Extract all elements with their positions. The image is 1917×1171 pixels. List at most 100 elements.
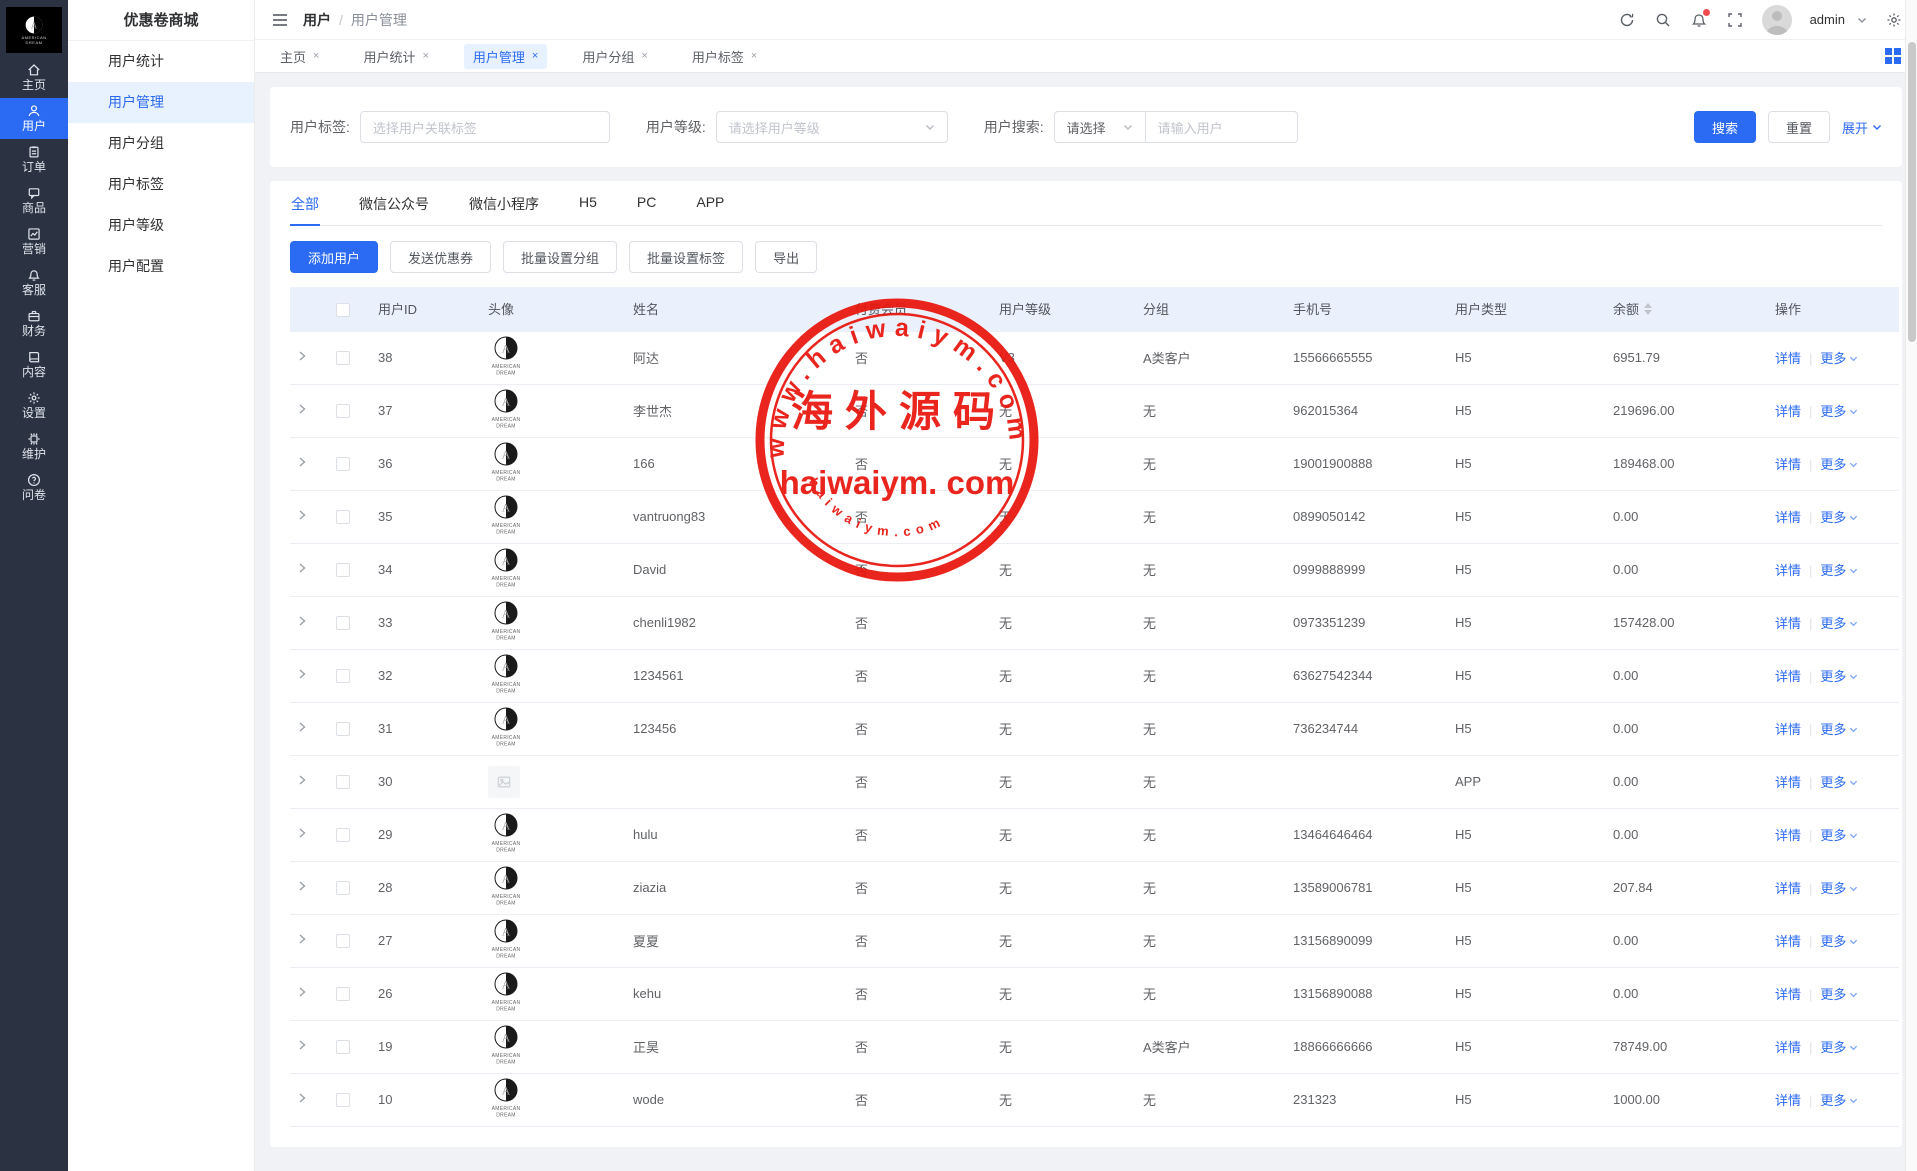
row-checkbox[interactable] <box>336 563 350 577</box>
more-dropdown[interactable]: 更多 <box>1820 828 1858 843</box>
row-checkbox[interactable] <box>336 828 350 842</box>
row-checkbox[interactable] <box>336 987 350 1001</box>
gear-icon[interactable] <box>1885 11 1903 29</box>
tag-filter-input[interactable]: 选择用户关联标签 <box>360 111 610 143</box>
rail-item-marketing[interactable]: 营销 <box>0 221 68 262</box>
more-dropdown[interactable]: 更多 <box>1820 404 1858 419</box>
row-expand-icon[interactable] <box>296 774 308 786</box>
row-expand-icon[interactable] <box>296 668 308 680</box>
row-expand-icon[interactable] <box>296 880 308 892</box>
detail-link[interactable]: 详情 <box>1775 457 1801 472</box>
page-tab-2[interactable]: 用户管理× <box>464 44 547 69</box>
search-button[interactable]: 搜索 <box>1694 111 1756 143</box>
rail-item-content[interactable]: 内容 <box>0 344 68 385</box>
page-tab-3[interactable]: 用户分组× <box>573 44 656 69</box>
close-icon[interactable]: × <box>751 50 757 62</box>
row-expand-icon[interactable] <box>296 456 308 468</box>
submenu-item-2[interactable]: 用户分组 <box>68 123 254 164</box>
detail-link[interactable]: 详情 <box>1775 616 1801 631</box>
page-tab-4[interactable]: 用户标签× <box>683 44 766 69</box>
platform-tab-1[interactable]: 微信公众号 <box>358 181 430 225</box>
rail-item-user[interactable]: 用户 <box>0 98 68 139</box>
bell-icon[interactable] <box>1690 11 1708 29</box>
row-checkbox[interactable] <box>336 934 350 948</box>
submenu-item-0[interactable]: 用户统计 <box>68 41 254 82</box>
expand-link[interactable]: 展开 <box>1842 118 1882 137</box>
tab-layout-grid-icon[interactable] <box>1885 48 1901 64</box>
close-icon[interactable]: × <box>641 50 647 62</box>
rail-item-maintenance[interactable]: 维护 <box>0 426 68 467</box>
platform-tab-3[interactable]: H5 <box>578 181 598 225</box>
close-icon[interactable]: × <box>532 50 538 62</box>
detail-link[interactable]: 详情 <box>1775 1040 1801 1055</box>
row-checkbox[interactable] <box>336 669 350 683</box>
detail-link[interactable]: 详情 <box>1775 828 1801 843</box>
detail-link[interactable]: 详情 <box>1775 669 1801 684</box>
sort-icons[interactable] <box>1644 303 1652 315</box>
more-dropdown[interactable]: 更多 <box>1820 669 1858 684</box>
row-expand-icon[interactable] <box>296 986 308 998</box>
row-checkbox[interactable] <box>336 510 350 524</box>
submenu-item-1[interactable]: 用户管理 <box>68 82 254 123</box>
row-expand-icon[interactable] <box>296 403 308 415</box>
more-dropdown[interactable]: 更多 <box>1820 563 1858 578</box>
row-expand-icon[interactable] <box>296 1039 308 1051</box>
detail-link[interactable]: 详情 <box>1775 775 1801 790</box>
row-checkbox[interactable] <box>336 457 350 471</box>
row-expand-icon[interactable] <box>296 509 308 521</box>
breadcrumb-section[interactable]: 用户 <box>303 10 331 30</box>
row-checkbox[interactable] <box>336 722 350 736</box>
row-checkbox[interactable] <box>336 351 350 365</box>
level-filter-select[interactable]: 请选择用户等级 <box>716 111 948 143</box>
select-all-checkbox[interactable] <box>336 303 350 317</box>
sidebar-collapse-icon[interactable] <box>271 11 289 29</box>
row-checkbox[interactable] <box>336 616 350 630</box>
detail-link[interactable]: 详情 <box>1775 563 1801 578</box>
more-dropdown[interactable]: 更多 <box>1820 616 1858 631</box>
row-checkbox[interactable] <box>336 775 350 789</box>
rail-item-home[interactable]: 主页 <box>0 57 68 98</box>
detail-link[interactable]: 详情 <box>1775 404 1801 419</box>
detail-link[interactable]: 详情 <box>1775 934 1801 949</box>
page-scrollbar[interactable] <box>1905 0 1917 1171</box>
reset-button[interactable]: 重置 <box>1768 111 1830 143</box>
more-dropdown[interactable]: 更多 <box>1820 881 1858 896</box>
platform-tab-5[interactable]: APP <box>695 181 725 225</box>
scrollbar-thumb[interactable] <box>1908 42 1916 342</box>
toolbar-button-0[interactable]: 添加用户 <box>290 241 378 273</box>
page-tab-1[interactable]: 用户统计× <box>354 44 437 69</box>
row-checkbox[interactable] <box>336 881 350 895</box>
submenu-item-3[interactable]: 用户标签 <box>68 164 254 205</box>
more-dropdown[interactable]: 更多 <box>1820 987 1858 1002</box>
row-expand-icon[interactable] <box>296 350 308 362</box>
rail-item-survey[interactable]: 问卷 <box>0 467 68 508</box>
refresh-icon[interactable] <box>1618 11 1636 29</box>
app-logo[interactable]: A AMERICAN DREAM <box>6 7 62 53</box>
detail-link[interactable]: 详情 <box>1775 510 1801 525</box>
search-icon[interactable] <box>1654 11 1672 29</box>
more-dropdown[interactable]: 更多 <box>1820 1040 1858 1055</box>
more-dropdown[interactable]: 更多 <box>1820 457 1858 472</box>
rail-item-order[interactable]: 订单 <box>0 139 68 180</box>
page-tab-0[interactable]: 主页× <box>271 44 328 69</box>
submenu-item-5[interactable]: 用户配置 <box>68 246 254 287</box>
detail-link[interactable]: 详情 <box>1775 1093 1801 1108</box>
toolbar-button-3[interactable]: 批量设置标签 <box>629 241 743 273</box>
close-icon[interactable]: × <box>422 50 428 62</box>
row-checkbox[interactable] <box>336 1093 350 1107</box>
row-expand-icon[interactable] <box>296 1092 308 1104</box>
toolbar-button-4[interactable]: 导出 <box>755 241 817 273</box>
fullscreen-icon[interactable] <box>1726 11 1744 29</box>
detail-link[interactable]: 详情 <box>1775 987 1801 1002</box>
rail-item-service[interactable]: 客服 <box>0 262 68 303</box>
more-dropdown[interactable]: 更多 <box>1820 351 1858 366</box>
row-checkbox[interactable] <box>336 404 350 418</box>
more-dropdown[interactable]: 更多 <box>1820 1093 1858 1108</box>
row-expand-icon[interactable] <box>296 827 308 839</box>
search-user-input[interactable]: 请输入用户 <box>1146 111 1298 143</box>
username-dropdown[interactable]: admin <box>1810 12 1867 27</box>
detail-link[interactable]: 详情 <box>1775 722 1801 737</box>
row-expand-icon[interactable] <box>296 615 308 627</box>
rail-item-goods[interactable]: 商品 <box>0 180 68 221</box>
more-dropdown[interactable]: 更多 <box>1820 722 1858 737</box>
